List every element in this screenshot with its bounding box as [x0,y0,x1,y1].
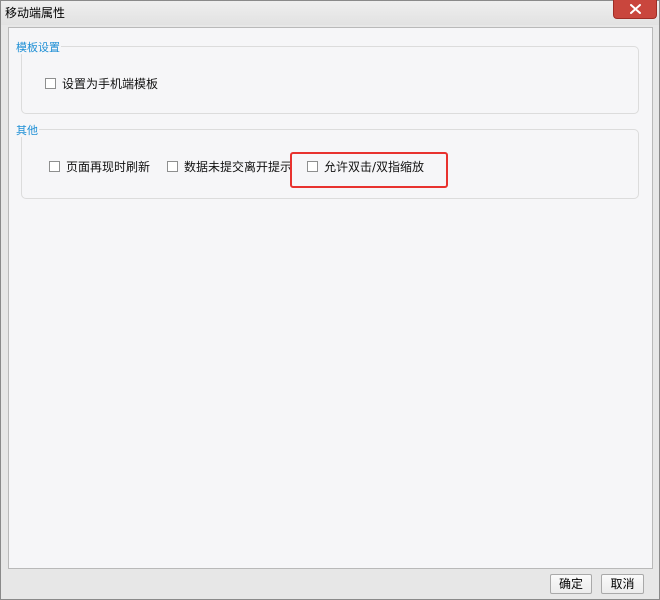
checkbox-label: 数据未提交离开提示 [184,159,293,174]
ok-button[interactable]: 确定 [550,574,592,594]
highlight-annotation [290,152,448,188]
window-title: 移动端属性 [5,6,66,20]
close-button[interactable] [613,0,657,19]
checkbox-box[interactable] [49,160,60,172]
close-icon [630,4,641,14]
checkbox-label: 页面再现时刷新 [66,159,151,174]
cancel-button[interactable]: 取消 [601,574,644,594]
dialog-content: 模板设置 设置为手机端模板 其他 页面再现时刷新 数据未提交离开提示 允许双击/… [8,27,653,569]
refresh-on-reappear-checkbox[interactable]: 页面再现时刷新 [49,158,150,174]
other-legend: 其他 [15,124,39,137]
title-bar[interactable]: 移动端属性 [1,0,659,25]
mobile-template-checkbox[interactable]: 设置为手机端模板 [45,75,158,91]
dialog-window: 移动端属性 模板设置 设置为手机端模板 其他 页面再现时刷新 数据未提交离开提示… [0,0,660,600]
template-settings-legend: 模板设置 [15,41,61,54]
checkbox-box[interactable] [167,160,178,172]
checkbox-label: 设置为手机端模板 [62,76,159,91]
unsaved-leave-prompt-checkbox[interactable]: 数据未提交离开提示 [167,158,292,174]
checkbox-box[interactable] [45,77,56,89]
